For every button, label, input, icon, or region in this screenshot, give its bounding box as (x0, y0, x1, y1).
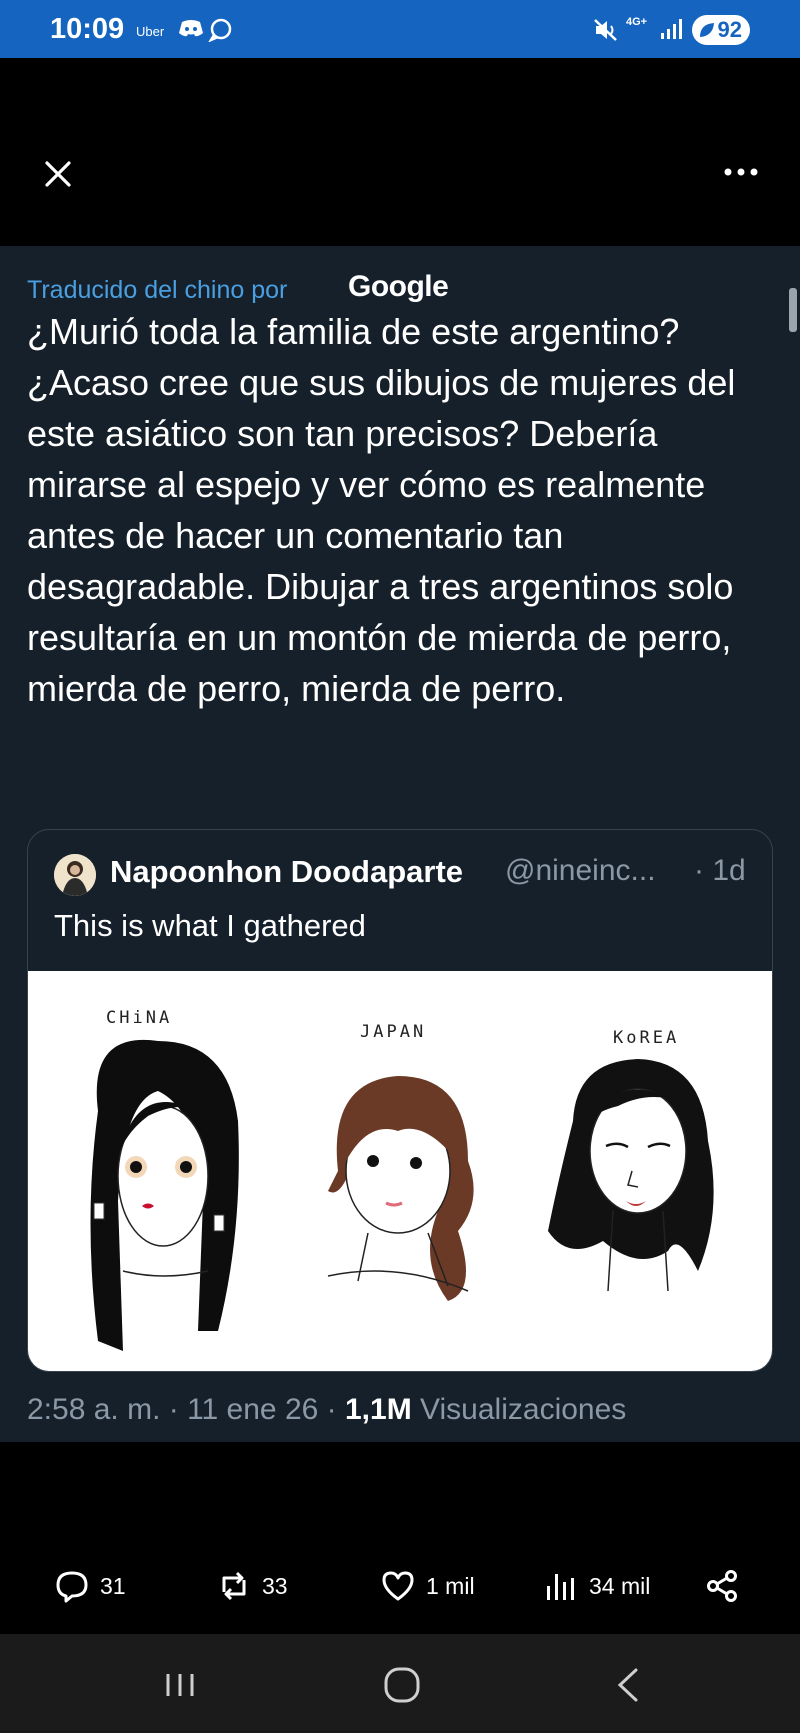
repost-count: 33 (262, 1572, 288, 1599)
views-action-count: 34 mil (589, 1572, 651, 1599)
signal-icon (661, 19, 682, 39)
views-label: Visualizaciones (420, 1393, 627, 1426)
translation-label[interactable]: Traducido del chino por (27, 276, 287, 305)
avatar[interactable] (54, 854, 96, 896)
home-icon[interactable] (380, 1666, 424, 1704)
tweet-time: 2:58 a. m. (27, 1393, 161, 1426)
google-logo: Google (348, 270, 449, 303)
share-icon (707, 1570, 737, 1602)
status-bar: 10:09 Uber 4G+ 92 (0, 0, 800, 58)
like-button[interactable]: 1 mil (380, 1566, 475, 1606)
status-time: 10:09 (50, 13, 125, 45)
tweet-meta: 2:58 a. m. · 11 ene 26 · 1,1M Visualizac… (27, 1393, 626, 1427)
close-icon[interactable] (42, 158, 74, 190)
scrollbar-thumb[interactable] (789, 288, 797, 332)
system-nav-bar (0, 1634, 800, 1733)
tweet-date: 11 ene 26 (187, 1393, 319, 1426)
drawing-illustration: CHiNA JAPAN KoREA (90, 1008, 714, 1351)
action-bar: 31 33 1 mil 34 mil (0, 1442, 800, 1634)
separator-dot: · (168, 1393, 188, 1426)
views-count: 1,1M (345, 1393, 412, 1426)
quoted-tweet[interactable]: Napoonhon Doodaparte @nineinc... · 1d Th… (27, 829, 773, 1372)
avatar-image (54, 854, 96, 896)
repost-button[interactable]: 33 (216, 1566, 288, 1606)
recent-apps-icon[interactable] (158, 1666, 202, 1704)
chat-bubble-icon (208, 18, 232, 42)
reply-count: 31 (100, 1572, 126, 1599)
image-label-korea: KoREA (613, 1028, 679, 1048)
heart-icon (382, 1571, 414, 1601)
battery-indicator: 92 (692, 15, 750, 45)
repost-icon (222, 1571, 246, 1601)
back-icon[interactable] (606, 1666, 650, 1704)
japan-drawing (327, 1076, 474, 1301)
uber-notification-icon: Uber (136, 24, 165, 39)
discord-icon (179, 20, 203, 37)
tweet-text: ¿Murió toda la familia de este argentino… (27, 311, 736, 709)
more-options-icon[interactable] (722, 166, 760, 178)
tweet-detail: Traducido del chino por Google ¿Murió to… (0, 246, 800, 1442)
network-type: 4G+ (626, 16, 648, 28)
korea-drawing (548, 1059, 714, 1292)
quoted-image[interactable]: CHiNA JAPAN KoREA (28, 971, 772, 1371)
image-label-japan: JAPAN (360, 1022, 426, 1042)
quoted-author-name[interactable]: Napoonhon Doodaparte (110, 854, 463, 890)
like-count: 1 mil (426, 1572, 475, 1599)
quoted-timestamp: · 1d (694, 854, 746, 887)
views-button[interactable]: 34 mil (543, 1566, 650, 1606)
share-button[interactable] (704, 1566, 750, 1606)
mute-icon (594, 19, 617, 41)
battery-level: 92 (717, 17, 742, 42)
quoted-text: This is what I gathered (54, 908, 366, 943)
power-saving-icon (700, 23, 714, 37)
quoted-author-handle[interactable]: @nineinc... (505, 854, 656, 888)
china-drawing (90, 1039, 239, 1351)
top-bar (0, 58, 800, 246)
reply-button[interactable]: 31 (54, 1566, 126, 1606)
reply-icon (56, 1571, 88, 1603)
separator-dot: · (326, 1393, 345, 1426)
analytics-icon (547, 1574, 574, 1600)
image-label-china: CHiNA (106, 1008, 172, 1028)
